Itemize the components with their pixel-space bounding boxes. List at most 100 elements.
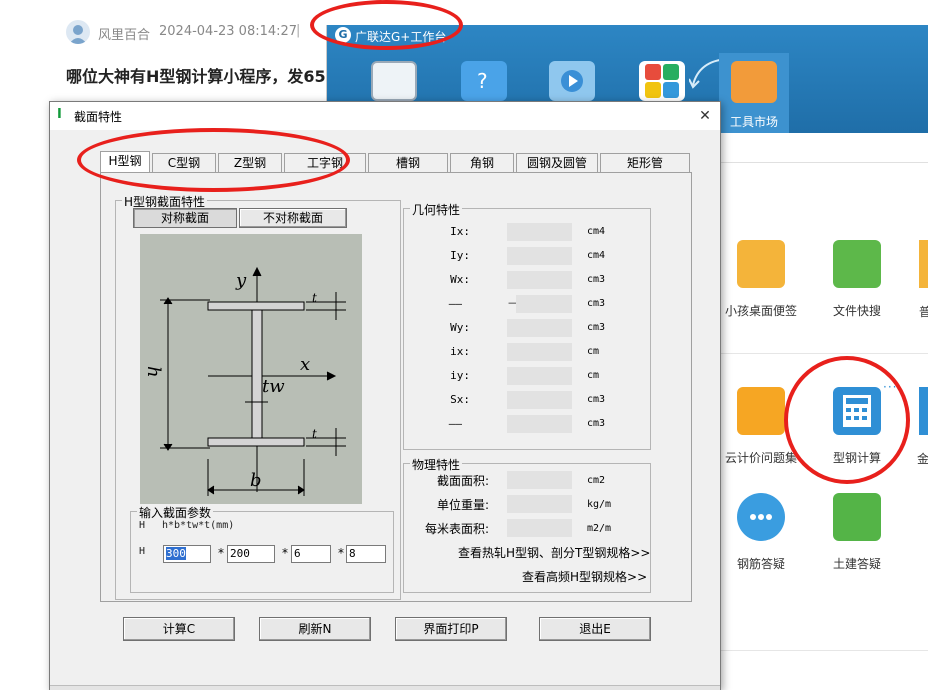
geo-value-ix <box>507 223 572 241</box>
close-button[interactable]: ✕ <box>690 102 720 130</box>
user-avatar-icon <box>69 25 87 44</box>
tab-i-beam[interactable]: 工字钢 <box>284 153 366 173</box>
geo-value-wx <box>507 271 572 289</box>
file-search-icon <box>833 240 881 288</box>
width-input[interactable]: 200 <box>227 545 275 563</box>
geo-unit: cm4 <box>587 226 606 237</box>
more-icon[interactable]: ··· <box>883 380 897 394</box>
dialog-titlebar[interactable]: I 截面特性 ✕ <box>50 102 720 130</box>
symmetric-section-button[interactable]: 对称截面 <box>133 208 237 228</box>
clipped-app-icon[interactable] <box>919 387 928 435</box>
apps-grid-icon[interactable] <box>639 61 685 101</box>
geo-unit: cm3 <box>587 418 606 429</box>
post-author[interactable]: 风里百合 <box>98 24 150 43</box>
phys-unit: cm2 <box>587 475 606 486</box>
h-section-diagram: y x h tw b t t <box>140 234 362 504</box>
input-formula-prefix: H <box>139 520 146 531</box>
divider <box>707 353 928 354</box>
section-properties-dialog: I 截面特性 ✕ H型钢 C型钢 Z型钢 工字钢 槽钢 角钢 圆钢及圆管 矩形管… <box>49 101 721 690</box>
flange-thickness-label: t <box>312 291 317 305</box>
monitor-icon[interactable] <box>371 61 417 101</box>
exit-button[interactable]: 退出E <box>539 617 651 641</box>
app-label: 云计价问题集 <box>724 451 797 465</box>
app-label: 土建答疑 <box>832 557 881 571</box>
height-value: 300 <box>166 547 186 560</box>
x-axis-label: x <box>300 354 310 375</box>
video-play-icon[interactable] <box>549 61 595 101</box>
height-input[interactable]: 300 <box>163 545 211 563</box>
question-icon: ? <box>477 69 488 93</box>
rebar-chat-icon <box>737 493 785 541</box>
input-formula: h*b*tw*t(mm) <box>162 520 235 531</box>
tools-market-label: 工具市场 <box>729 115 778 129</box>
phys-label-surface: 每米表面积: <box>424 522 489 536</box>
height-label: h <box>143 366 164 378</box>
geo-value-blank <box>507 415 572 433</box>
i-beam-icon: I <box>57 107 62 122</box>
width-label: b <box>250 470 262 491</box>
web-thickness-label: tw <box>262 376 285 397</box>
geo-unit: cm3 <box>587 274 606 285</box>
app-steel-calculator[interactable]: 型钢计算 <box>810 387 904 487</box>
high-frequency-spec-link[interactable]: 查看高频H型钢规格>> <box>522 568 647 585</box>
tab-rect-tube[interactable]: 矩形管 <box>600 153 690 173</box>
tab-z-steel[interactable]: Z型钢 <box>218 153 282 173</box>
geo-value-iy <box>507 247 572 265</box>
calculate-button[interactable]: 计算C <box>123 617 235 641</box>
print-button[interactable]: 界面打印P <box>395 617 507 641</box>
geo-label-blank: —— <box>448 417 462 430</box>
flange-thickness-input[interactable]: 8 <box>346 545 386 563</box>
clipped-app-label: 普 <box>919 305 928 319</box>
section-tabs: H型钢 C型钢 Z型钢 工字钢 槽钢 角钢 圆钢及圆管 矩形管 <box>100 151 690 173</box>
cloud-pricing-icon <box>737 387 785 435</box>
app-file-search[interactable]: 文件快搜 <box>810 240 904 340</box>
hot-rolled-spec-link[interactable]: 查看热轧H型钢、剖分T型钢规格>> <box>458 544 650 561</box>
help-chat-icon[interactable]: ? <box>461 61 507 101</box>
left-gutter <box>0 0 48 690</box>
group-title: 物理特性 <box>410 456 463 473</box>
svg-text:?: ? <box>477 69 488 93</box>
gld-logo-icon: G <box>335 27 351 43</box>
geo-label-ix-radius: ix: <box>450 345 470 358</box>
tab-round[interactable]: 圆钢及圆管 <box>516 153 598 173</box>
refresh-button[interactable]: 刷新N <box>259 617 371 641</box>
toolbox-icon <box>731 61 777 103</box>
asymmetric-section-button[interactable]: 不对称截面 <box>239 208 347 228</box>
civil-answer-icon <box>833 493 881 541</box>
clipped-app-icon[interactable] <box>919 240 928 288</box>
kid-note-icon <box>737 240 785 288</box>
multiply-sign: * <box>218 546 224 560</box>
geo-value-iy-radius <box>507 367 572 385</box>
app-cloud-pricing[interactable]: 云计价问题集 <box>714 387 808 487</box>
flange-thickness-label: t <box>312 427 317 441</box>
geo-value-wy <box>507 319 572 337</box>
tab-angle[interactable]: 角钢 <box>450 153 514 173</box>
tab-h-steel[interactable]: H型钢 <box>100 151 150 173</box>
avatar[interactable] <box>66 20 90 44</box>
dialog-title: 截面特性 <box>74 110 123 124</box>
steel-calculator-icon <box>833 387 881 435</box>
geo-unit: cm4 <box>587 250 606 261</box>
geo-label-wy: Wy: <box>450 321 470 334</box>
geo-label-sx: Sx: <box>450 393 470 406</box>
calculator-icon <box>843 395 871 427</box>
geo-value-blank <box>516 295 572 313</box>
app-label: 小孩桌面便签 <box>724 304 797 318</box>
phys-label-area: 截面面积: <box>436 474 489 488</box>
chat-bubble-icon <box>750 514 772 520</box>
app-kid-note[interactable]: 小孩桌面便签 <box>714 240 808 340</box>
clipped-app-label: 金 <box>917 452 928 466</box>
post-title[interactable]: 哪位大神有H型钢计算小程序，发65... <box>66 63 326 87</box>
tab-channel[interactable]: 槽钢 <box>368 153 448 173</box>
phys-label-weight: 单位重量: <box>436 498 489 512</box>
app-civil-qa[interactable]: 土建答疑 <box>810 493 904 593</box>
group-title: 几何特性 <box>410 201 463 218</box>
y-axis-label: y <box>235 270 247 291</box>
app-rebar-qa[interactable]: 钢筋答疑 <box>714 493 808 593</box>
h-beam-drawing: y x h tw b t t <box>143 266 346 496</box>
tools-market-tab[interactable]: 工具市场 <box>719 53 789 133</box>
web-thickness-input[interactable]: 6 <box>291 545 331 563</box>
tab-c-steel[interactable]: C型钢 <box>152 153 216 173</box>
app-label: 文件快搜 <box>832 304 881 318</box>
geo-label-iy: Iy: <box>450 249 470 262</box>
